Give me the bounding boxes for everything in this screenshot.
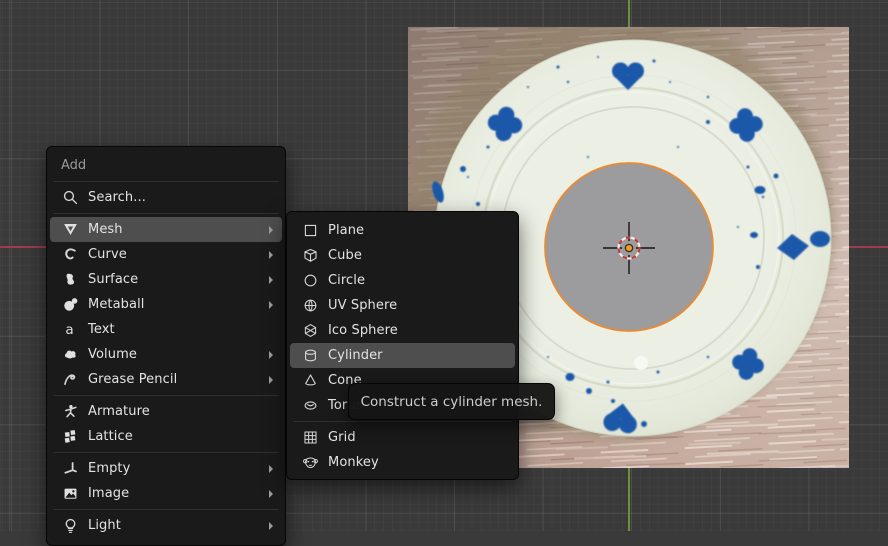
menu-divider (293, 421, 512, 422)
add-menu-title: Add (47, 151, 285, 178)
armature-icon (61, 403, 79, 421)
grid-icon (301, 429, 319, 447)
submenu-item-label: UV Sphere (328, 298, 506, 313)
submenu-item-plane[interactable]: Plane (290, 218, 515, 243)
search-label: Search... (88, 190, 261, 205)
submenu-arrow-icon (269, 276, 273, 284)
submenu-arrow-icon (269, 376, 273, 384)
curve-icon (61, 246, 79, 264)
menu-item-metaball[interactable]: Metaball (50, 292, 282, 317)
menu-item-label: Armature (88, 404, 261, 419)
add-menu: Add Search... Mesh Curve (46, 146, 286, 546)
menu-item-armature[interactable]: Armature (50, 399, 282, 424)
submenu-item-label: Plane (328, 223, 506, 238)
cylinder-icon (301, 347, 319, 365)
menu-item-label: Curve (88, 247, 261, 262)
menu-item-label: Empty (88, 461, 261, 476)
submenu-item-label: Circle (328, 273, 506, 288)
submenu-arrow-icon (269, 351, 273, 359)
menu-item-text[interactable]: a Text (50, 317, 282, 342)
submenu-arrow-icon (269, 490, 273, 498)
menu-divider (53, 181, 279, 182)
mesh-icon (61, 221, 79, 239)
submenu-item-label: Ico Sphere (328, 323, 506, 338)
light-icon (61, 517, 79, 535)
mesh-submenu: Plane Cube Circle UV Sphere (286, 211, 519, 480)
submenu-item-label: Cylinder (328, 348, 506, 363)
menu-item-lattice[interactable]: Lattice (50, 424, 282, 449)
menu-item-grease-pencil[interactable]: Grease Pencil (50, 367, 282, 392)
submenu-item-cube[interactable]: Cube (290, 243, 515, 268)
submenu-item-circle[interactable]: Circle (290, 268, 515, 293)
submenu-item-monkey[interactable]: Monkey (290, 450, 515, 475)
monkey-icon (301, 454, 319, 472)
lattice-icon (61, 428, 79, 446)
menu-divider (53, 213, 279, 214)
menu-item-mesh[interactable]: Mesh (50, 217, 282, 242)
menu-item-label: Surface (88, 272, 261, 287)
submenu-item-label: Cube (328, 248, 506, 263)
grease-pencil-icon (61, 371, 79, 389)
menu-item-curve[interactable]: Curve (50, 242, 282, 267)
menu-item-search[interactable]: Search... (50, 185, 282, 210)
menu-item-volume[interactable]: Volume (50, 342, 282, 367)
svg-text:a: a (65, 322, 73, 338)
menu-item-surface[interactable]: Surface (50, 267, 282, 292)
menu-divider (53, 509, 279, 510)
submenu-arrow-icon (269, 251, 273, 259)
menu-divider (53, 395, 279, 396)
surface-icon (61, 271, 79, 289)
ico-sphere-icon (301, 322, 319, 340)
submenu-arrow-icon (269, 301, 273, 309)
submenu-item-label: Monkey (328, 455, 506, 470)
submenu-arrow-icon (269, 522, 273, 530)
menu-item-label: Lattice (88, 429, 261, 444)
menu-item-label: Image (88, 486, 261, 501)
torus-icon (301, 397, 319, 415)
image-icon (61, 485, 79, 503)
tooltip: Construct a cylinder mesh. (348, 383, 555, 420)
submenu-item-uv-sphere[interactable]: UV Sphere (290, 293, 515, 318)
menu-item-label: Metaball (88, 297, 261, 312)
plane-icon (301, 222, 319, 240)
cone-icon (301, 372, 319, 390)
viewport-top-edge (0, 2, 888, 3)
menu-item-label: Mesh (88, 222, 261, 237)
tooltip-text: Construct a cylinder mesh. (361, 394, 543, 410)
search-icon (61, 189, 79, 207)
submenu-item-ico-sphere[interactable]: Ico Sphere (290, 318, 515, 343)
menu-item-label: Text (88, 322, 261, 337)
menu-item-image[interactable]: Image (50, 481, 282, 506)
submenu-arrow-icon (269, 226, 273, 234)
circle-icon (301, 272, 319, 290)
menu-item-empty[interactable]: Empty (50, 456, 282, 481)
submenu-arrow-icon (269, 465, 273, 473)
submenu-item-cylinder[interactable]: Cylinder (290, 343, 515, 368)
submenu-item-label: Grid (328, 430, 506, 445)
cube-icon (301, 247, 319, 265)
metaball-icon (61, 296, 79, 314)
empty-icon (61, 460, 79, 478)
submenu-item-grid[interactable]: Grid (290, 425, 515, 450)
menu-divider (53, 452, 279, 453)
menu-item-label: Volume (88, 347, 261, 362)
uv-sphere-icon (301, 297, 319, 315)
text-icon: a (61, 321, 79, 339)
volume-icon (61, 346, 79, 364)
menu-item-label: Grease Pencil (88, 372, 261, 387)
menu-item-light[interactable]: Light (50, 513, 282, 538)
